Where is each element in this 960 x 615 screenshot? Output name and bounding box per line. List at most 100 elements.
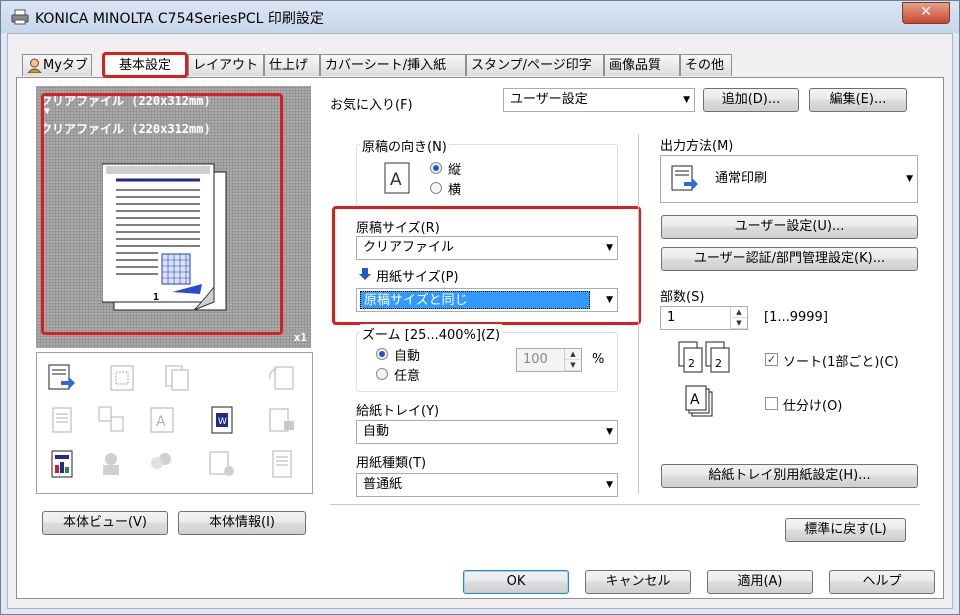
offset-checkbox[interactable] (765, 397, 778, 410)
print-settings-window: KONICA MINOLTA C754SeriesPCL 印刷設定 ✕ Myタブ… (0, 0, 960, 615)
svg-text:W: W (218, 417, 227, 427)
svg-text:A: A (156, 414, 166, 430)
chevron-down-icon: ▼ (606, 427, 613, 437)
bottom-divider (330, 504, 920, 505)
body-view-button[interactable]: 本体ビュー(V) (42, 511, 168, 535)
sort-checkbox[interactable]: ✓ (765, 353, 778, 366)
output-method-label: 出力方法(M) (660, 139, 734, 154)
tab-layout[interactable]: レイアウト (188, 54, 264, 76)
zoom-arbitrary-radio[interactable] (376, 368, 388, 380)
paper-tray-value: 自動 (363, 424, 390, 439)
sort-icon: 22 (678, 341, 730, 373)
zoom-auto-radio[interactable] (376, 348, 388, 360)
portrait-label: 縦 (448, 163, 462, 178)
tab-stamp[interactable]: スタンプ/ページ印字 (466, 54, 604, 76)
output-print-icon[interactable] (47, 363, 77, 393)
offset-label: 仕分け(O) (783, 399, 843, 414)
tab-basic-settings-label: 基本設定 (118, 58, 171, 73)
tab-mytab-label: Myタブ (43, 58, 88, 73)
zoom-spinner[interactable]: ▲ ▼ (564, 349, 581, 371)
paper-type-value: 普通紙 (363, 477, 403, 492)
edit-favorite-button[interactable]: 編集(E)... (809, 88, 907, 112)
paper-tray-select[interactable]: 自動 ▼ (356, 420, 618, 444)
zoom-arbitrary-label: 任意 (394, 369, 421, 384)
tray-paper-settings-button[interactable]: 給紙トレイ別用紙設定(H)... (661, 464, 918, 488)
copies-indicator: x1 (293, 331, 307, 344)
zoom-input[interactable]: 100 ▲ ▼ (516, 348, 582, 372)
cancel-button[interactable]: キャンセル (585, 570, 691, 594)
zoom-auto-label: 自動 (394, 349, 421, 364)
zoom-value: 100 (523, 352, 548, 367)
rotate-icon (269, 366, 294, 390)
portrait-page-icon: A (384, 162, 410, 194)
user-auth-icon (103, 453, 119, 475)
chevron-down-icon: ▼ (606, 480, 613, 490)
restore-defaults-button[interactable]: 標準に戻す(L) (785, 518, 906, 542)
portrait-radio[interactable] (430, 162, 442, 174)
tab-cover-sheet[interactable]: カバーシート/挿入紙 (320, 54, 466, 76)
tab-finishing-label: 仕上げ (269, 58, 309, 73)
normal-print-icon (671, 165, 698, 191)
user-auth-button[interactable]: ユーザー認証/部門管理設定(K)... (661, 247, 918, 271)
user-settings-button[interactable]: ユーザー設定(U)... (661, 215, 918, 239)
duplex-icon (52, 407, 72, 433)
output-method-value: 通常印刷 (715, 171, 768, 186)
landscape-label: 横 (448, 183, 462, 198)
copies-label: 部数(S) (660, 290, 705, 305)
banner-icon (272, 450, 292, 478)
output-method-select[interactable]: 通常印刷 ▼ (660, 155, 918, 203)
paper-tray-label: 給紙トレイ(Y) (356, 404, 440, 419)
apply-button[interactable]: 適用(A) (707, 570, 813, 594)
tab-finishing[interactable]: 仕上げ (264, 54, 320, 76)
zoom-unit: % (592, 352, 605, 367)
favorites-value: ユーザー設定 (510, 92, 588, 107)
paper-type-select[interactable]: 普通紙 ▼ (356, 473, 618, 497)
copies-spinner[interactable]: ▲ ▼ (730, 307, 747, 329)
collate-icon (165, 365, 189, 391)
copies-range: [1...9999] (764, 310, 828, 325)
chevron-down-icon: ▼ (906, 174, 913, 184)
help-button[interactable]: ヘルプ (829, 570, 935, 594)
svg-text:2: 2 (688, 357, 695, 370)
font-icon: A (150, 407, 174, 433)
combination-icon (98, 406, 124, 432)
copies-value: 1 (667, 310, 676, 325)
tab-image-quality[interactable]: 画像品質 (604, 54, 680, 76)
ok-button[interactable]: OK (463, 570, 569, 594)
zoom-label: ズーム [25...400%](Z) (360, 324, 503, 343)
orientation-label: 原稿の向き(N) (360, 136, 449, 155)
copies-input[interactable]: 1 ▲ ▼ (660, 306, 748, 330)
favorites-label: お気に入り(F) (330, 98, 413, 113)
color-mode-icon[interactable] (47, 449, 77, 479)
tab-image-quality-label: 画像品質 (609, 58, 662, 73)
printer-icon (11, 9, 29, 25)
svg-text:2: 2 (715, 357, 722, 370)
secure-print-icon (269, 408, 294, 432)
user-icon (27, 58, 42, 73)
svg-text:A: A (390, 170, 402, 190)
sort-label: ソート(1部ごと)(C) (783, 355, 899, 370)
function-icon-pad: A W (36, 352, 313, 494)
favorites-select[interactable]: ユーザー設定 ▼ (503, 88, 695, 112)
close-button[interactable]: ✕ (902, 2, 950, 24)
account-track-icon (151, 453, 171, 469)
stamp-icon (209, 451, 234, 476)
tab-mytab[interactable]: Myタブ (22, 54, 92, 76)
tab-layout-label: レイアウト (193, 58, 259, 73)
body-info-button[interactable]: 本体情報(I) (178, 511, 306, 535)
add-favorite-button[interactable]: 追加(D)... (703, 88, 799, 112)
tab-other-label: その他 (685, 58, 725, 73)
tab-cover-sheet-label: カバーシート/挿入紙 (325, 58, 447, 73)
paper-type-label: 用紙種類(T) (356, 456, 427, 471)
title-bar: KONICA MINOLTA C754SeriesPCL 印刷設定 ✕ (1, 1, 959, 33)
landscape-radio[interactable] (430, 182, 442, 194)
window-title: KONICA MINOLTA C754SeriesPCL 印刷設定 (35, 11, 324, 27)
tab-stamp-label: スタンプ/ページ印字 (471, 58, 592, 73)
tab-basic-settings[interactable]: 基本設定 (102, 52, 188, 78)
svg-text:A: A (690, 392, 700, 408)
layout-icon (110, 365, 134, 391)
preview-highlight (41, 93, 283, 335)
watermark-icon[interactable]: W (207, 405, 237, 435)
tab-other[interactable]: その他 (680, 54, 732, 76)
offset-icon: A (685, 385, 713, 417)
